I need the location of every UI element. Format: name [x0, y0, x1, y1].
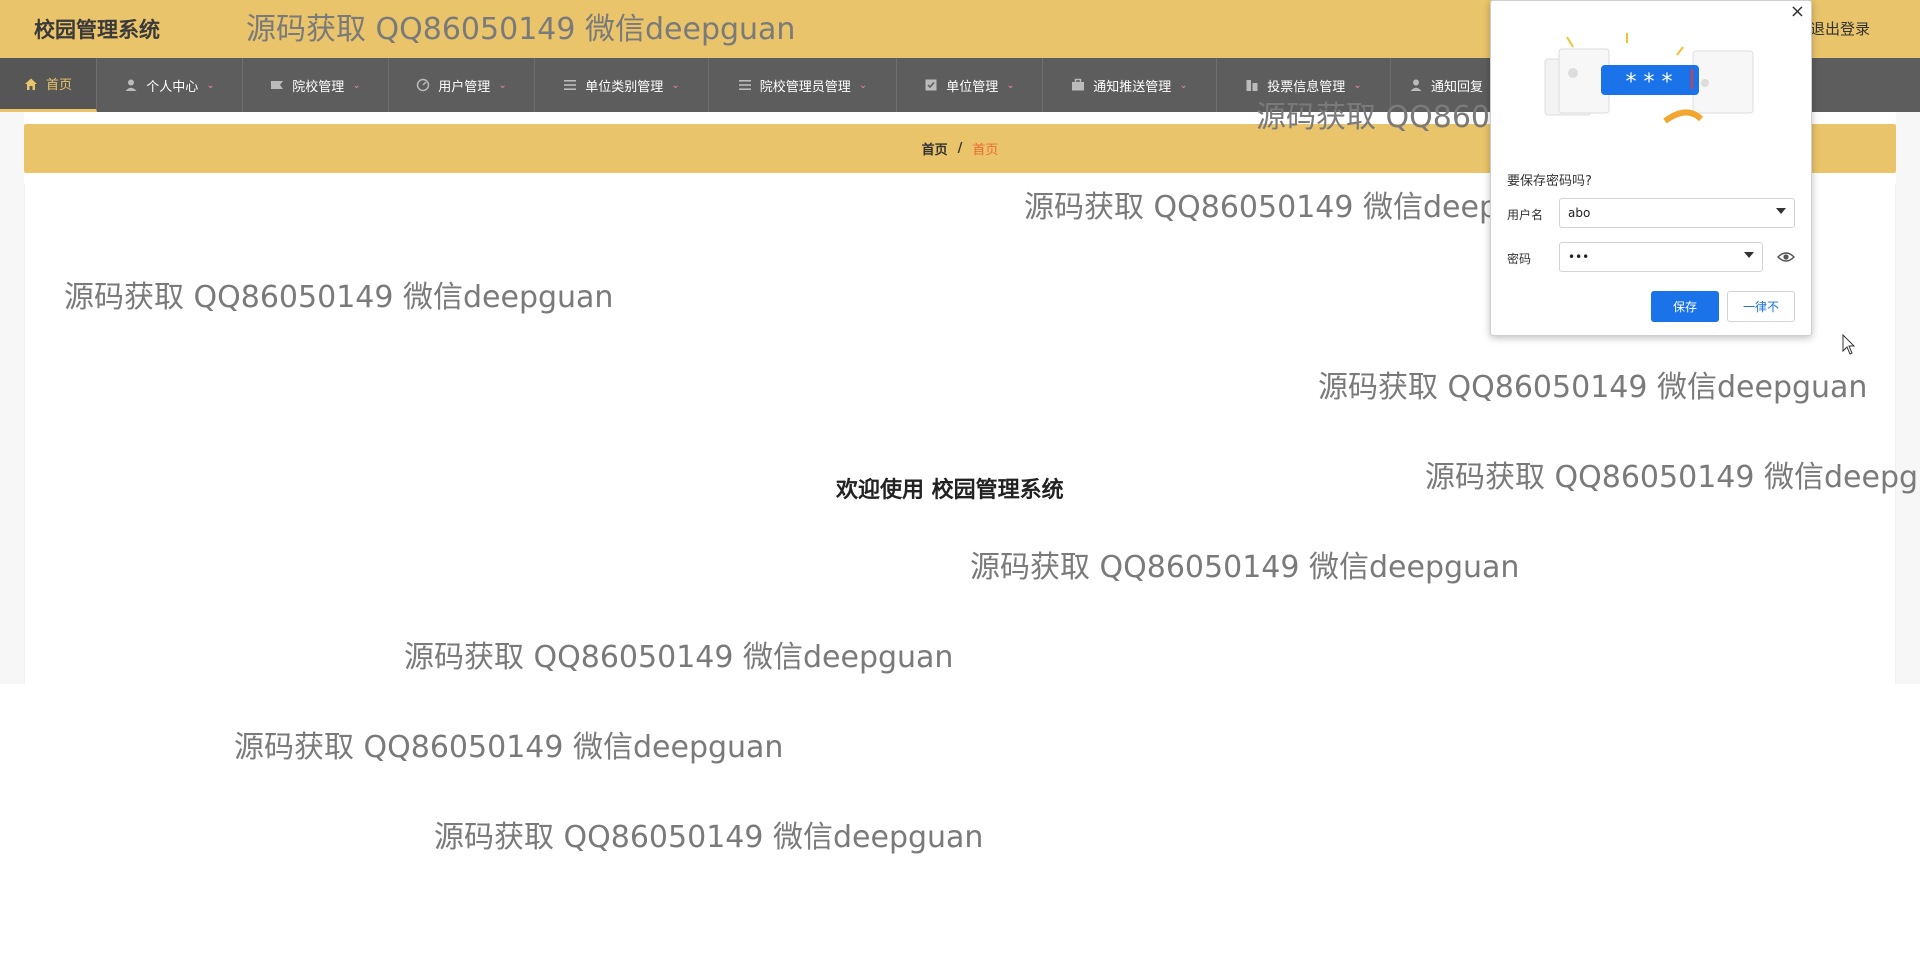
nav-item-school-admin-management[interactable]: 院校管理员管理 ⌄ [709, 58, 897, 112]
check-square-icon [924, 78, 938, 92]
watermark-text: 源码获取 QQ86050149 微信deepguan [1318, 370, 1868, 405]
chevron-down-icon: ⌄ [206, 79, 215, 91]
nav-item-school-management[interactable]: 院校管理 ⌄ [243, 58, 389, 112]
watermark-text: 源码获取 QQ86050149 微信deepguan [1425, 460, 1920, 495]
password-label: 密码 [1507, 252, 1532, 266]
username-value: abo [1568, 206, 1591, 220]
nav-item-label: 通知推送管理 [1093, 79, 1172, 95]
chevron-down-icon: ⌄ [1006, 79, 1015, 91]
watermark-text: 源码获取 QQ86050149 微信deepguan [246, 12, 796, 47]
watermark-text: 源码获取 QQ86050149 微信deepguan [234, 730, 784, 765]
home-icon [24, 77, 38, 91]
nav-item-personal-center[interactable]: 个人中心 ⌄ [97, 58, 243, 112]
illustration-asterisks: * * * [1626, 70, 1673, 95]
page-gutter-right [1896, 112, 1920, 684]
watermark-text: 源码获取 QQ86050149 微信deepguan [970, 550, 1520, 585]
caret-down-icon [1776, 208, 1786, 214]
dialog-title: 要保存密码吗? [1507, 174, 1592, 189]
breadcrumb-separator: / [957, 141, 963, 156]
nav-item-label: 用户管理 [438, 79, 491, 95]
nav-item-home[interactable]: 首页 [0, 58, 97, 112]
nav-item-label: 首页 [45, 78, 72, 93]
user-icon [1409, 78, 1423, 92]
dashboard-icon [416, 78, 430, 92]
nav-item-notification-push-management[interactable]: 通知推送管理 ⌄ [1043, 58, 1217, 112]
username-select[interactable]: abo [1559, 198, 1795, 228]
flag-icon [270, 78, 284, 92]
nav-item-label: 单位管理 [946, 79, 999, 95]
watermark-text: 源码获取 QQ86050149 微信deepguan [404, 640, 954, 675]
caret-down-icon [1744, 252, 1754, 258]
close-icon[interactable]: × [1790, 1, 1805, 22]
password-value: ••• [1568, 250, 1590, 264]
briefcase-icon [1071, 78, 1085, 92]
logout-link[interactable]: 退出登录 [1810, 18, 1870, 39]
app-title: 校园管理系统 [34, 18, 160, 42]
watermark-text: 源码获取 QQ86050149 微信deepguan [64, 280, 614, 315]
chevron-down-icon: ⌄ [498, 79, 507, 91]
save-password-button[interactable]: 保存 [1651, 291, 1719, 322]
password-select[interactable]: ••• [1559, 242, 1763, 272]
list-icon [563, 78, 577, 92]
eye-icon[interactable] [1777, 249, 1795, 263]
chevron-down-icon: ⌄ [858, 79, 868, 91]
nav-item-label: 个人中心 [146, 79, 199, 95]
building-icon [1245, 78, 1259, 92]
chevron-down-icon: ⌄ [671, 79, 680, 91]
mouse-cursor-icon [1842, 333, 1856, 356]
never-save-button[interactable]: 一律不 [1727, 291, 1795, 322]
nav-item-user-management[interactable]: 用户管理 ⌄ [389, 58, 535, 112]
username-label: 用户名 [1507, 208, 1544, 222]
save-password-dialog: × * * * 要保存密码吗? 用户名 abo 密码 ••• 保存 一律不 [1490, 0, 1812, 336]
nav-item-label: 院校管理 [292, 79, 345, 95]
chevron-down-icon: ⌄ [1179, 79, 1188, 91]
password-illustration: * * * [1515, 19, 1785, 137]
welcome-heading: 欢迎使用 校园管理系统 [836, 478, 1064, 503]
watermark-text: 源码获取 QQ86050149 微信deepguan [434, 820, 984, 855]
chevron-down-icon: ⌄ [1353, 79, 1362, 91]
breadcrumb-current: 首页 [972, 143, 999, 158]
chevron-down-icon: ⌄ [352, 79, 361, 91]
list-icon [738, 78, 752, 92]
breadcrumb-home[interactable]: 首页 [922, 139, 948, 158]
nav-item-label: 院校管理员管理 [759, 79, 851, 95]
nav-item-unit-category-management[interactable]: 单位类别管理 ⌄ [535, 58, 709, 112]
nav-item-unit-management[interactable]: 单位管理 ⌄ [897, 58, 1043, 112]
user-icon [124, 78, 138, 92]
nav-item-label: 单位类别管理 [585, 79, 664, 95]
page-gutter-left [0, 112, 24, 684]
